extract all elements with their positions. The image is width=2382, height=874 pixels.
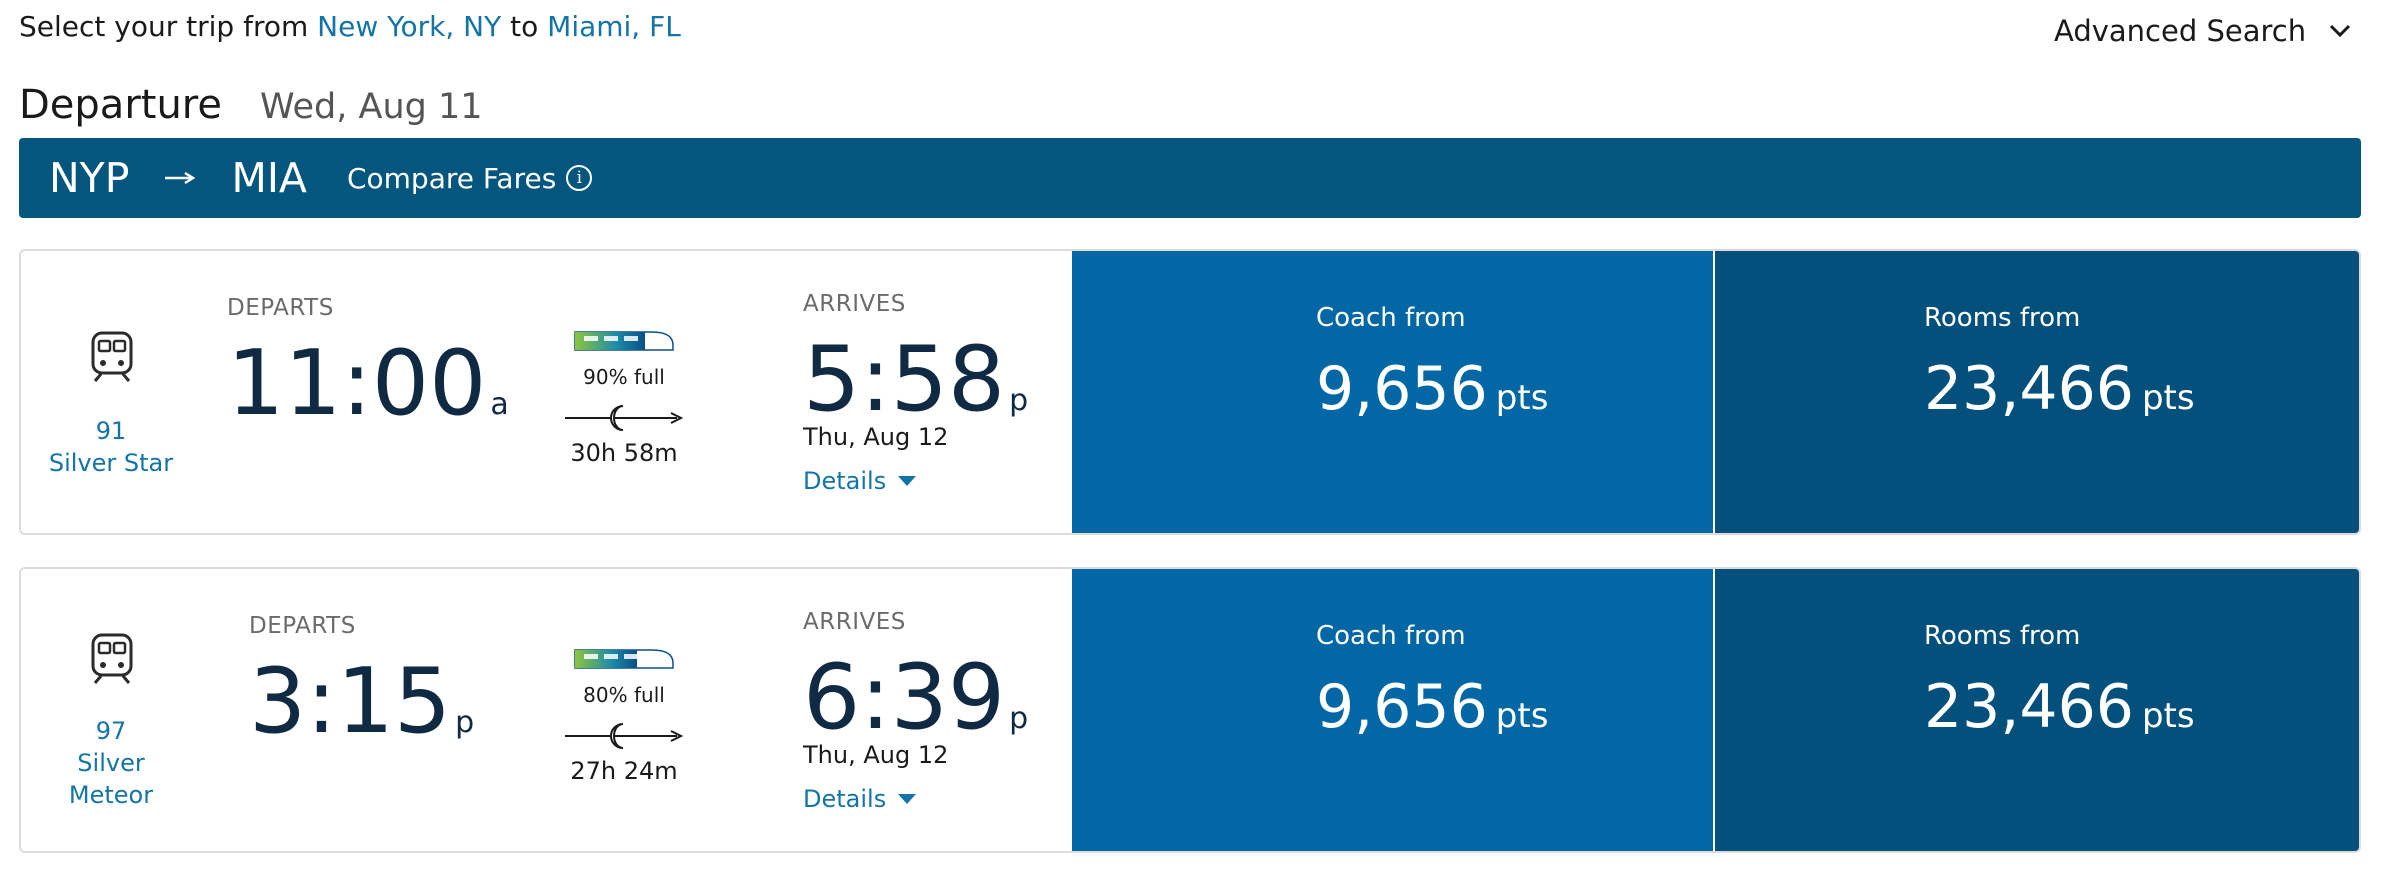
trip-duration: 30h 58m — [570, 439, 678, 467]
info-icon[interactable]: i — [566, 165, 593, 191]
arrive-time: 6:39 p — [803, 653, 1028, 743]
coach-fare-label: Coach from — [1316, 621, 1466, 651]
rooms-fare-price: 23,466 pts — [1924, 677, 2195, 737]
details-toggle[interactable]: Details — [803, 467, 917, 495]
coach-fare-price: 9,656 pts — [1316, 677, 1548, 737]
destination-link[interactable]: Miami, FL — [547, 10, 681, 43]
coach-fare-label: Coach from — [1316, 303, 1466, 333]
arrive-ampm: p — [1009, 383, 1029, 418]
coach-price-unit: pts — [1495, 378, 1549, 418]
coach-fare-button[interactable]: Coach from 9,656 pts — [1072, 251, 1713, 533]
trip-prefix: Select your trip from — [19, 10, 309, 43]
arrive-time: 5:58 p — [803, 335, 1028, 425]
rooms-fare-button[interactable]: Rooms from 23,466 pts — [1715, 251, 2359, 533]
train-info: 97 Silver Meteor — [21, 569, 201, 851]
rooms-fare-button[interactable]: Rooms from 23,466 pts — [1715, 569, 2359, 851]
depart-ampm: p — [455, 705, 475, 740]
rooms-price-unit: pts — [2141, 378, 2195, 418]
rooms-price-value: 23,466 — [1924, 672, 2134, 742]
train-number[interactable]: 97 — [21, 715, 201, 747]
train-icon — [91, 633, 133, 684]
compare-fares-button[interactable]: Compare Fares i — [346, 161, 593, 195]
destination-code: MIA — [231, 154, 307, 202]
chevron-down-icon — [2330, 24, 2351, 38]
departs-label: DEPARTS — [227, 295, 334, 321]
train-result-card: 97 Silver Meteor DEPARTS 3:15p 80% full — [19, 567, 2361, 853]
coach-price-value: 9,656 — [1316, 354, 1488, 424]
origin-link[interactable]: New York, NY — [317, 10, 501, 43]
occupancy-bar — [574, 331, 674, 351]
train-name-line2[interactable]: Meteor — [21, 779, 201, 811]
train-name[interactable]: Silver — [21, 747, 201, 779]
coach-fare-price: 9,656 pts — [1316, 359, 1548, 419]
details-label: Details — [803, 467, 887, 495]
arrive-time-value: 5:58 — [803, 327, 1006, 432]
arrive-ampm: p — [1009, 701, 1029, 736]
moon-icon — [565, 405, 684, 431]
train-number[interactable]: 91 — [21, 415, 201, 447]
rooms-price-value: 23,466 — [1924, 354, 2134, 424]
rooms-fare-label: Rooms from — [1924, 303, 2081, 333]
depart-time-value: 11:00 — [227, 331, 487, 436]
caret-down-icon — [898, 794, 917, 804]
rooms-fare-price: 23,466 pts — [1924, 359, 2195, 419]
trip-to: to — [510, 10, 539, 43]
arrive-date: Thu, Aug 12 — [803, 423, 949, 451]
coach-price-value: 9,656 — [1316, 672, 1488, 742]
departure-title: Departure — [19, 82, 222, 128]
moon-icon — [565, 723, 684, 749]
route-bar: NYP MIA Compare Fares i — [19, 138, 2361, 218]
details-label: Details — [803, 785, 887, 813]
train-info: 91 Silver Star — [21, 251, 201, 533]
departure-header: Departure Wed, Aug 11 — [19, 82, 483, 128]
route-arrow-icon — [165, 171, 196, 185]
occupancy-bar — [574, 649, 674, 669]
arrives-label: ARRIVES — [803, 291, 906, 317]
trip-summary: Select your trip from New York, NY to Mi… — [19, 10, 681, 43]
occupancy-text: 90% full — [583, 365, 665, 389]
advanced-search-label: Advanced Search — [2054, 14, 2307, 48]
train-icon — [91, 331, 133, 382]
arrives-label: ARRIVES — [803, 609, 906, 635]
departure-date: Wed, Aug 11 — [259, 87, 483, 127]
advanced-search-toggle[interactable]: Advanced Search — [2054, 14, 2352, 48]
arrive-time-value: 6:39 — [803, 645, 1006, 750]
departs-label: DEPARTS — [249, 613, 356, 639]
depart-time: 11:00 a — [227, 339, 509, 429]
depart-time-value: 3:15 — [249, 649, 452, 754]
rooms-price-unit: pts — [2141, 696, 2195, 736]
occupancy-text: 80% full — [583, 683, 665, 707]
depart-time: 3:15 p — [249, 657, 474, 747]
train-result-card: 91 Silver Star DEPARTS 11:00a 90% full — [19, 249, 2361, 535]
caret-down-icon — [898, 476, 917, 486]
train-name[interactable]: Silver Star — [21, 447, 201, 479]
compare-fares-label: Compare Fares — [346, 161, 557, 195]
rooms-fare-label: Rooms from — [1924, 621, 2081, 651]
origin-code: NYP — [49, 154, 130, 202]
arrive-date: Thu, Aug 12 — [803, 741, 949, 769]
trip-duration: 27h 24m — [570, 757, 678, 785]
coach-fare-button[interactable]: Coach from 9,656 pts — [1072, 569, 1713, 851]
details-toggle[interactable]: Details — [803, 785, 917, 813]
depart-ampm: a — [490, 387, 509, 422]
coach-price-unit: pts — [1495, 696, 1549, 736]
